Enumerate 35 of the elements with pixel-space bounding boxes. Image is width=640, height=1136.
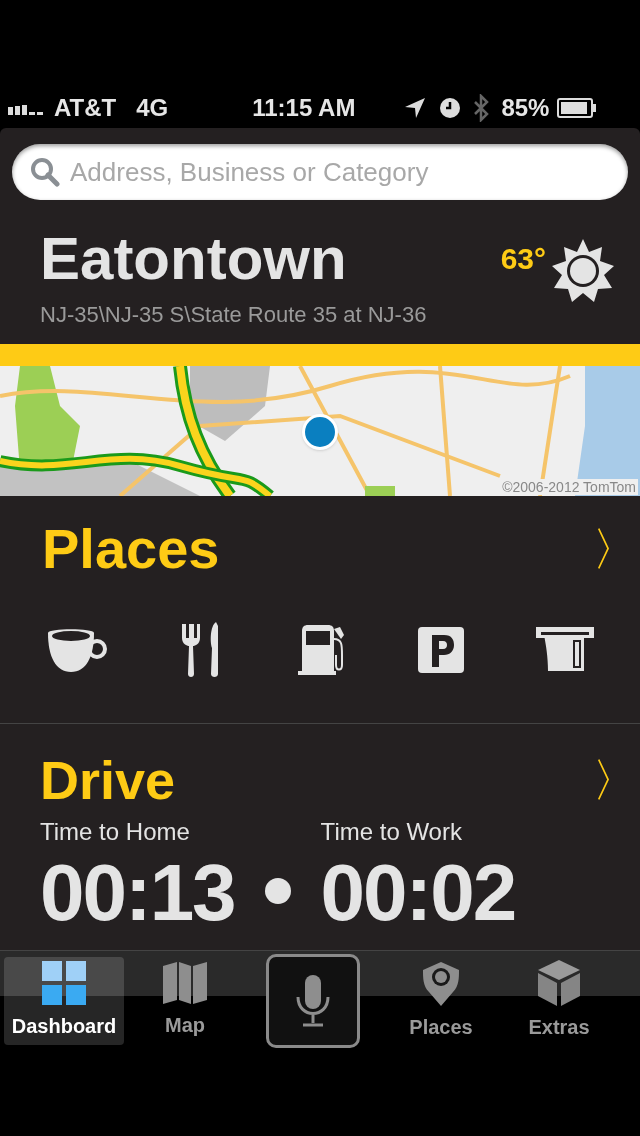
map-copyright: ©2006-2012 TomTom	[500, 479, 638, 495]
map-pin-icon	[421, 959, 461, 1006]
network-type: 4G	[136, 93, 169, 123]
battery-percent: 85%	[501, 93, 550, 123]
location-arrow-icon	[403, 96, 428, 120]
fuel-pump-icon[interactable]	[298, 625, 346, 675]
parking-icon[interactable]	[418, 627, 464, 673]
tab[interactable]: Extras	[502, 956, 616, 1045]
places-header[interactable]: Places 〉	[0, 496, 640, 582]
travel-time: 00:02	[320, 850, 516, 936]
bluetooth-icon	[473, 94, 490, 122]
road-name: NJ-35\NJ-35 S\State Route 35 at NJ-36	[40, 301, 428, 329]
coffee-cup-icon[interactable]	[46, 627, 108, 673]
route-label: Time to Work	[320, 817, 463, 847]
cube-icon	[538, 959, 580, 1006]
battery-icon	[557, 98, 598, 118]
grid-icon	[42, 960, 86, 1005]
microphone-icon	[296, 974, 330, 1027]
tab[interactable]: Dashboard	[4, 956, 124, 1045]
route-label: Time to Home	[40, 817, 191, 847]
drive-header[interactable]: Drive 〉	[40, 724, 638, 810]
search-field[interactable]: Address, Business or Category	[12, 144, 628, 200]
microphone-button[interactable]	[266, 953, 360, 1048]
temperature: 63°	[500, 241, 546, 277]
travel-time: 00:13	[40, 850, 235, 936]
tab[interactable]: Map	[128, 956, 242, 1045]
clock: 11:15 AM	[252, 93, 356, 123]
cash-dispenser-icon[interactable]	[536, 627, 594, 673]
carrier-name: AT&T	[54, 93, 117, 123]
city-name: Eatontown	[40, 224, 348, 294]
tab[interactable]: Places	[384, 956, 498, 1045]
search-icon	[30, 157, 60, 187]
clock-icon	[439, 97, 462, 119]
folded-map-icon	[163, 961, 207, 1004]
sun-icon	[550, 238, 616, 304]
